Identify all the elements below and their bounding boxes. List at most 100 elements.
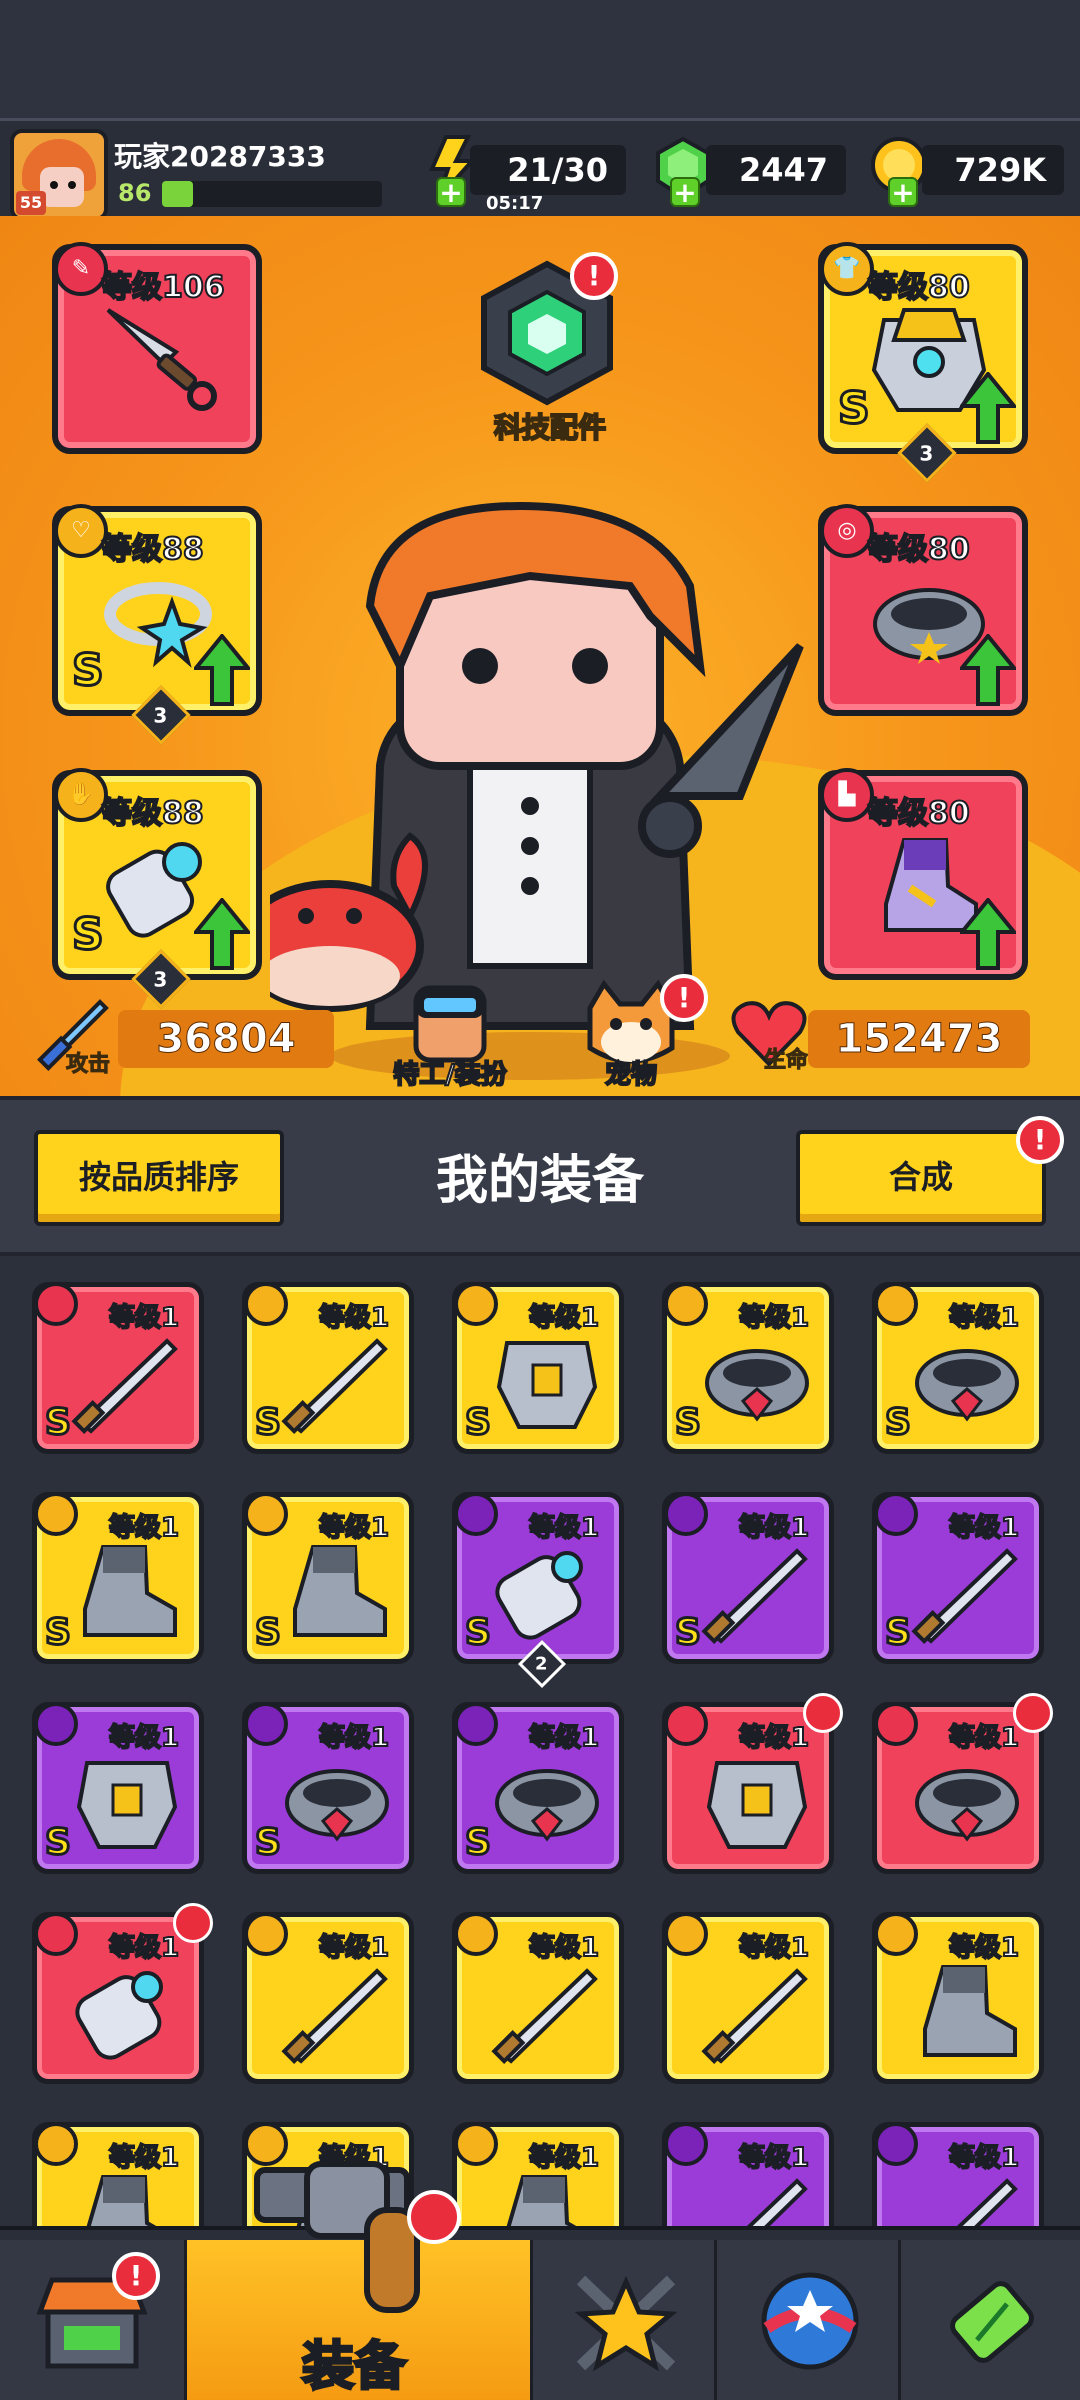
agent-label[interactable]: 特工/装扮 [370, 1054, 530, 1091]
belt-type-icon [874, 1282, 918, 1326]
avatar-badge: 55 [16, 191, 46, 215]
attack-label: 攻击 [65, 1052, 111, 1078]
new-item-icon [1013, 1693, 1053, 1733]
boots-type-icon [244, 1492, 288, 1536]
status-area [0, 0, 1080, 118]
equipment-card[interactable]: 等级1 [872, 1912, 1044, 2084]
weapon-type-icon [874, 1492, 918, 1536]
sort-by-quality-button[interactable]: 按品质排序 [34, 1130, 284, 1226]
card-grade: S [44, 1401, 73, 1445]
equipment-card[interactable]: 等级1 [32, 1903, 213, 2084]
necklace-type-icon [874, 1702, 918, 1746]
equipment-card[interactable]: 等级1 [662, 1693, 843, 1874]
equipment-card[interactable]: 等级1 S [32, 1702, 204, 1874]
equipment-card[interactable]: 等级1 S [32, 1282, 204, 1454]
hero-loadout: ✎ 等级106 ♡ 等级88 S 3 ✋ 等级88 S 3 👕 等级80 S 3… [0, 216, 1080, 1096]
agent-icon[interactable] [400, 976, 500, 1066]
equipment-card[interactable]: 等级1 [452, 1912, 624, 2084]
upgrade-arrow-icon [960, 898, 1016, 970]
equipment-card[interactable]: 等级1 [872, 2122, 1044, 2226]
gem-belt-icon [915, 1349, 1019, 1422]
card-grade: S [254, 1401, 283, 1445]
add-coins-button[interactable]: + [888, 177, 918, 207]
player-avatar[interactable]: 55 [10, 129, 108, 221]
boot-icon [923, 1965, 1017, 2057]
hex-belt-icon [705, 1349, 809, 1422]
hp-label: 生命 [763, 1048, 809, 1074]
slot-glove[interactable]: ✋ 等级88 S 3 [52, 768, 262, 1009]
equipment-card[interactable]: 等级1 [662, 1912, 834, 2084]
slot-armor[interactable]: 👕 等级80 S 3 [818, 242, 1028, 483]
armor-type-icon: 👕 [820, 242, 874, 296]
equipment-card[interactable]: 等级1 S [242, 1492, 414, 1664]
blaster-icon [701, 1548, 808, 1644]
equipment-card[interactable]: 等级1 [32, 2122, 204, 2226]
nav-tab-battle[interactable] [530, 2240, 714, 2400]
talent-orb-icon [761, 2272, 859, 2370]
slot-belt[interactable]: ◎ 等级80 [818, 504, 1028, 716]
dark-armor-icon [76, 1761, 178, 1849]
armor-type-icon [34, 1702, 78, 1746]
xp-bar [162, 181, 382, 207]
boots-type-icon [874, 1912, 918, 1956]
equipment-card[interactable]: 等级1 S [662, 1492, 834, 1664]
nav-tab-talent[interactable] [714, 2240, 898, 2400]
nav-tab-equipment[interactable]: 装备 [184, 2161, 530, 2400]
equipment-grid: 等级1 S 等级1 S 等级1 S 等级1 S 等级1 S 等级1 S 等级1 S 等级1 S 2 等级1 S 等级1… [0, 1256, 1080, 2226]
card-grade: S [254, 1821, 283, 1865]
blade-icon [956, 2178, 1018, 2226]
energy-value: 21/30 [470, 145, 626, 195]
boots-type-icon [34, 2122, 78, 2166]
equipment-new-icon [407, 2190, 461, 2244]
equipment-card[interactable]: 等级1 S [452, 1702, 624, 1874]
weapon-type-icon [244, 1912, 288, 1956]
slot-boots[interactable]: ▙ 等级80 [818, 768, 1028, 980]
card-grade: S [44, 1821, 73, 1865]
new-item-icon [173, 1903, 213, 1943]
equipment-card[interactable]: 等级1 [662, 2122, 834, 2226]
slot-grade: S [837, 382, 872, 436]
spiked-collar-icon [915, 1769, 1019, 1842]
gem-belt-icon [495, 1769, 599, 1842]
boot-icon [506, 2175, 577, 2226]
card-grade: S [464, 1401, 493, 1445]
upgrade-arrow-icon [960, 372, 1016, 444]
belt-type-icon [454, 1702, 498, 1746]
necklace-type-icon [244, 1702, 288, 1746]
equipment-card[interactable]: 等级1 [452, 2122, 624, 2226]
armor-type-icon [454, 1282, 498, 1326]
shop-alert-icon: ! [112, 2252, 160, 2300]
equipment-card[interactable]: 等级1 S [872, 1282, 1044, 1454]
merge-button[interactable]: 合成 [796, 1130, 1046, 1226]
card-grade: S [884, 1611, 913, 1655]
hp-value: 152473 [808, 1010, 1030, 1068]
equipment-card[interactable]: 等级1 S [32, 1492, 204, 1664]
equipment-card[interactable]: 等级1 S [872, 1492, 1044, 1664]
nav-tab-equipment-label: 装备 [300, 2336, 407, 2399]
equipment-card[interactable]: 等级1 S 2 [452, 1492, 624, 1689]
equipment-card[interactable]: 等级1 S [242, 1702, 414, 1874]
equipment-card[interactable]: 等级1 S [452, 1282, 624, 1454]
battle-star-icon [574, 2275, 678, 2372]
slot-grade: S [71, 644, 106, 698]
belt-type-icon [664, 1282, 708, 1326]
gauntlet-icon [75, 1971, 163, 2060]
nav-tab-gene[interactable] [898, 2240, 1080, 2400]
slot-necklace[interactable]: ♡ 等级88 S 3 [52, 504, 262, 745]
add-gems-button[interactable]: + [670, 177, 700, 207]
slot-weapon[interactable]: ✎ 等级106 [52, 242, 262, 454]
card-count: 2 [517, 1639, 567, 1689]
pet-label[interactable]: 宠物 [566, 1054, 696, 1091]
katana-icon [701, 1968, 808, 2064]
player-header: 55 玩家20287333 86 + 21/30 05:17 + 2447 + … [0, 118, 1080, 221]
equipment-card[interactable]: 等级1 [242, 1912, 414, 2084]
spiked-boots-icon [293, 1545, 387, 1637]
equipment-card[interactable]: 等级1 S [662, 1282, 834, 1454]
bottom-nav: ! 装备 [0, 2161, 1080, 2400]
add-energy-button[interactable]: + [436, 177, 466, 207]
card-grade: S [464, 1611, 493, 1655]
card-grade: S [674, 1401, 703, 1445]
equipment-card[interactable]: 等级1 [872, 1693, 1053, 1874]
equipment-card[interactable]: 等级1 S [242, 1282, 414, 1454]
nav-tab-shop[interactable]: ! [0, 2240, 184, 2400]
